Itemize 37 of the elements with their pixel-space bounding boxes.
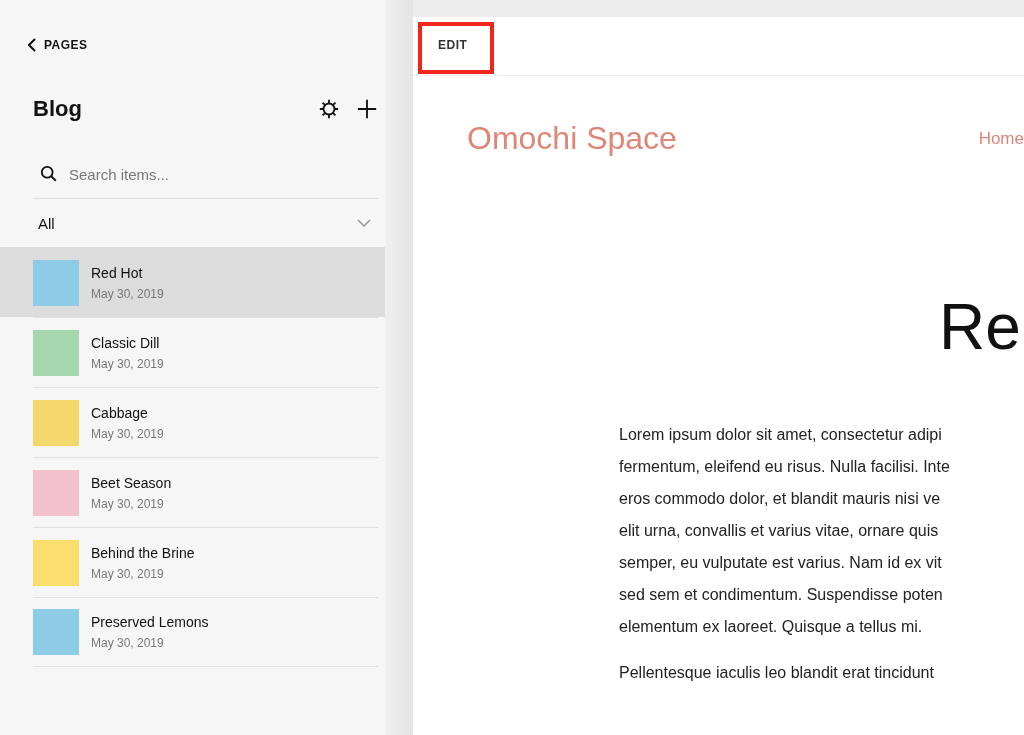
post-title: Cabbage — [91, 404, 149, 421]
settings-icon[interactable] — [318, 98, 340, 120]
post-title: Behind the Brine — [91, 544, 195, 561]
post-date: May 30, 2019 — [91, 636, 165, 650]
blog-post-item[interactable]: Preserved Lemons May 30, 2019 — [0, 597, 385, 667]
post-date: May 30, 2019 — [91, 496, 165, 511]
body-text-line: sed sem et condimentum. Suspendisse poten — [619, 585, 944, 605]
blog-post-item[interactable]: Cabbage May 30, 2019 — [0, 387, 385, 457]
filter-dropdown[interactable]: All — [33, 199, 378, 247]
chevron-down-icon — [357, 219, 371, 227]
blog-post-item[interactable]: Beet Season May 30, 2019 — [0, 457, 385, 527]
page-title: Re — [939, 295, 1022, 359]
post-date: May 30, 2019 — [91, 356, 164, 371]
body-text-line: semper, eu vulputate est varius. Nam id ex vit — [619, 553, 943, 573]
blog-post-item[interactable]: Behind the Brine May 30, 2019 — [0, 527, 385, 597]
body-text-line: Pellentesque iaculis leo blandit erat tincidunt — [619, 663, 935, 683]
post-title: Preserved Lemons — [91, 614, 209, 630]
body-text-line: Lorem ipsum dolor sit amet, consectetur adipi — [619, 425, 943, 445]
back-link[interactable]: PAGES — [28, 38, 88, 52]
post-date: May 30, 2019 — [91, 286, 164, 301]
search-icon — [40, 165, 58, 183]
post-title: Red Hot — [91, 264, 144, 281]
body-text-line: fermentum, eleifend eu risus. Nulla facilisi. Inte — [619, 457, 951, 477]
blog-post-item[interactable]: Red Hot May 30, 2019 — [0, 247, 385, 317]
add-icon[interactable] — [356, 98, 378, 120]
body-text-line: elementum ex laoreet. Quisque a tellus mi. — [619, 617, 924, 637]
search-field[interactable]: Search items... — [67, 164, 371, 184]
post-title: Classic Dill — [91, 334, 161, 351]
body-text-line: eros commodo dolor, et blandit mauris nisi ve — [619, 489, 942, 509]
back-chevron-icon — [28, 38, 36, 52]
edit-button[interactable]: EDIT — [418, 22, 494, 74]
post-date: May 30, 2019 — [91, 566, 165, 581]
post-title: Beet Season — [91, 474, 172, 491]
panel-title: Blog — [33, 96, 82, 122]
blog-post-item[interactable]: Classic Dill May 30, 2019 — [0, 317, 385, 387]
body-text-line: elit urna, convallis et varius vitae, ornare quis — [619, 521, 940, 541]
post-date: May 30, 2019 — [91, 426, 164, 441]
